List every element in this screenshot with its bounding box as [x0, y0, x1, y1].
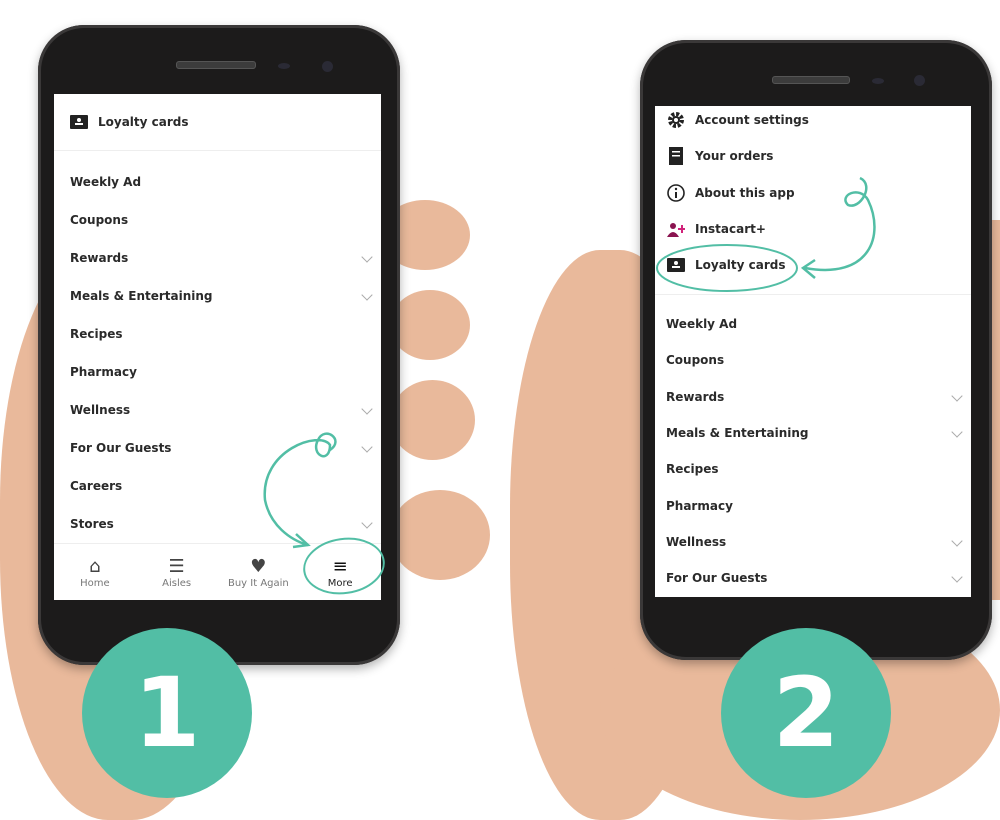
- info-icon: [667, 183, 685, 202]
- gear-icon: [667, 111, 685, 129]
- menu-item-label: Rewards: [70, 251, 129, 265]
- menu-item-label: Wellness: [70, 403, 131, 417]
- menu-item-label: Loyalty cards: [98, 115, 189, 129]
- instacart-plus-icon: [667, 220, 685, 238]
- phone-2-screen: Account settings Your orders About this ap…: [655, 106, 971, 597]
- bottom-nav: ⌂ Home ☰ Aisles ♥ Buy It Again ≡ More: [54, 543, 381, 600]
- home-icon: ⌂: [89, 555, 101, 577]
- account-menu-item[interactable]: Loyalty cards: [655, 255, 971, 275]
- speaker-grille: [176, 61, 256, 69]
- loyalty-card-icon: [667, 256, 685, 274]
- nav-label: Buy It Again: [227, 577, 289, 589]
- account-menu-item[interactable]: Instacart+: [655, 219, 971, 239]
- front-camera: [914, 75, 925, 86]
- menu-item-label: Weekly Ad: [70, 175, 142, 189]
- step-badge-1: 1: [82, 628, 252, 798]
- list-icon: ☰: [168, 555, 185, 577]
- account-menu-item[interactable]: Account settings: [655, 110, 971, 130]
- chevron-down-icon: [951, 571, 963, 583]
- chevron-down-icon: [361, 289, 373, 301]
- chevron-down-icon: [361, 441, 373, 453]
- shopping-bag-heart-icon: ♥: [250, 555, 267, 577]
- chevron-down-icon: [361, 517, 373, 529]
- chevron-down-icon: [951, 426, 963, 438]
- menu-item-label: For Our Guests: [70, 441, 172, 455]
- menu-item-label: Meals & Entertaining: [666, 425, 809, 440]
- menu-item-label: Coupons: [70, 213, 129, 227]
- menu-item-label: Wellness: [666, 534, 727, 549]
- chevron-down-icon: [951, 535, 963, 547]
- chevron-down-icon: [951, 389, 963, 402]
- menu-item-label: Account settings: [695, 113, 809, 127]
- menu-item-label: For Our Guests: [666, 571, 768, 586]
- menu-item-loyalty-cards[interactable]: Loyalty cards: [54, 112, 381, 132]
- menu-item-label: Stores: [70, 517, 114, 531]
- chevron-down-icon: [361, 251, 373, 263]
- menu-item-label: Weekly Ad: [666, 317, 738, 331]
- hand-left-fingers: [390, 380, 475, 460]
- nav-more[interactable]: ≡ More: [299, 544, 381, 600]
- account-menu-item[interactable]: About this app: [655, 183, 971, 203]
- nav-label: Home: [80, 577, 110, 589]
- phone-1-screen: Loyalty cards Weekly Ad Coupons Rewards Mea…: [54, 94, 381, 600]
- menu-item-label: Recipes: [666, 462, 719, 477]
- menu-item-label: Coupons: [666, 353, 725, 368]
- nav-aisles[interactable]: ☰ Aisles: [136, 544, 218, 600]
- nav-label: Aisles: [162, 577, 192, 589]
- divider: [54, 150, 381, 151]
- hand-left-fingers: [390, 290, 470, 360]
- hamburger-menu-icon: ≡: [332, 555, 348, 577]
- nav-buy-it-again[interactable]: ♥ Buy It Again: [218, 544, 300, 600]
- chevron-down-icon: [361, 403, 373, 415]
- sensor: [278, 63, 290, 69]
- menu-item-label: Meals & Entertaining: [70, 289, 213, 303]
- menu-item-label: Careers: [70, 479, 123, 493]
- menu-item-label: Pharmacy: [666, 498, 733, 513]
- menu-item-label: Pharmacy: [70, 365, 137, 379]
- divider: [655, 294, 971, 295]
- step-badge-2: 2: [721, 628, 891, 798]
- menu-item-label: About this app: [695, 185, 795, 200]
- front-camera: [322, 61, 333, 72]
- menu-item-label: Loyalty cards: [695, 258, 786, 273]
- menu-item-label: Your orders: [695, 149, 774, 164]
- menu-item-label: Recipes: [70, 327, 123, 341]
- receipt-icon: [667, 147, 685, 166]
- menu-item-label: Rewards: [666, 389, 725, 404]
- sensor: [872, 78, 884, 84]
- hand-left-fingers: [390, 490, 490, 580]
- menu-item-label: Instacart+: [695, 221, 766, 236]
- nav-label: More: [327, 577, 353, 589]
- account-menu-item[interactable]: Your orders: [655, 146, 971, 166]
- speaker-grille: [772, 76, 850, 84]
- nav-home[interactable]: ⌂ Home: [54, 544, 136, 600]
- loyalty-card-icon: [70, 113, 88, 131]
